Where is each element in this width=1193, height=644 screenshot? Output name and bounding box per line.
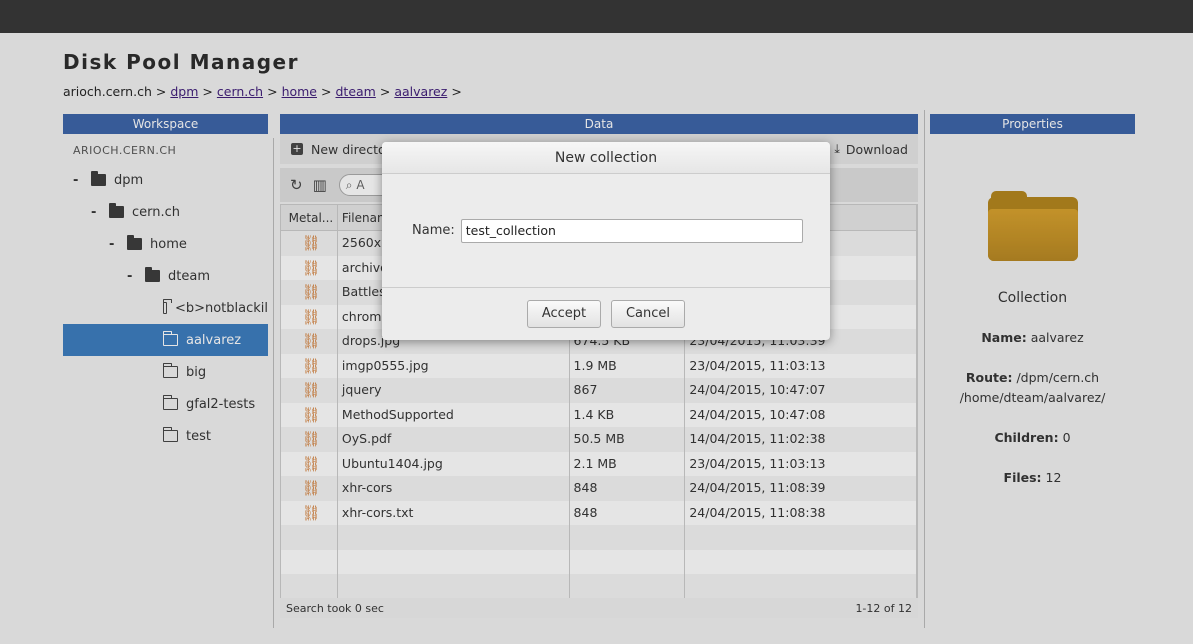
dialog-body: Name:	[382, 174, 830, 288]
dialog-footer: Accept Cancel	[382, 288, 830, 328]
accept-button[interactable]: Accept	[527, 300, 601, 328]
name-label: Name:	[412, 223, 455, 238]
top-bar	[0, 0, 1193, 33]
collection-name-input[interactable]	[460, 218, 803, 243]
cancel-button[interactable]: Cancel	[611, 300, 685, 328]
dialog-title: New collection	[382, 142, 830, 174]
new-collection-dialog: New collection Name: Accept Cancel	[382, 142, 830, 340]
